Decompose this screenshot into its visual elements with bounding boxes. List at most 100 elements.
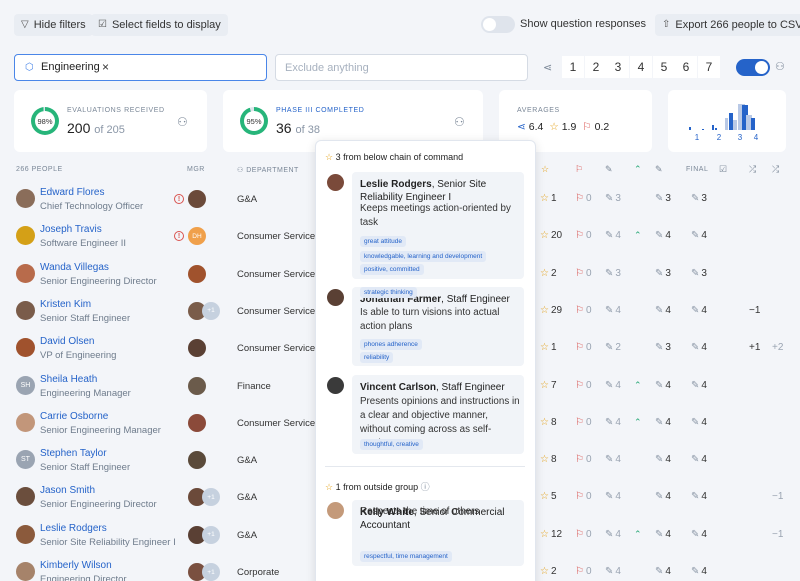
col-note-icon[interactable]: ☑	[719, 164, 728, 175]
person-name[interactable]: David Olsen	[40, 336, 94, 347]
person-name[interactable]: Leslie Rodgers	[40, 523, 107, 534]
flag-icon: ⚐	[575, 193, 584, 204]
col-shuffle2-icon[interactable]: ⤮	[772, 164, 780, 175]
person-name[interactable]: Jason Smith	[40, 485, 95, 496]
flag-icon: ⚐	[575, 230, 584, 242]
pencil-icon: ✎	[655, 566, 664, 577]
person-name[interactable]: Stephen Taylor	[40, 448, 107, 459]
person-title: Chief Technology Officer	[40, 201, 144, 212]
pencil-icon: ✎	[605, 416, 614, 428]
score-cell: ✎ 4	[655, 454, 671, 466]
score-cell: ✎ 4	[605, 491, 621, 503]
page-button-5[interactable]: 5	[653, 56, 675, 78]
col-department[interactable]: ⚇ Department	[237, 166, 299, 174]
final-cell: ✎ 4	[691, 566, 707, 577]
department: Corporate	[237, 567, 280, 578]
person-name[interactable]: Edward Flores	[40, 187, 104, 198]
averages-values: ⋖ 6.4 ☆ 1.9 ⚐ 0.2	[517, 121, 610, 133]
export-label: Export 266 people to CSV	[675, 19, 800, 31]
exclude-filter-input[interactable]: Exclude anything	[275, 54, 528, 81]
final-cell: ✎ 3	[691, 267, 707, 279]
flag-icon: ⚐	[575, 379, 584, 391]
score-cell: ✎ 4	[655, 566, 671, 577]
person-name[interactable]: Wanda Villegas	[40, 262, 109, 273]
avatar	[16, 338, 35, 358]
flag-icon: ⚐	[575, 454, 584, 466]
more-managers-badge[interactable]: +1	[202, 301, 220, 320]
page-button-7[interactable]: 7	[698, 56, 720, 78]
flag-icon: ⚐	[575, 416, 584, 428]
feedback-item: Leslie Rodgers, Senior Site Reliability …	[352, 172, 524, 279]
page-button-4[interactable]: 4	[630, 56, 652, 78]
col-stars-icon[interactable]: ☆	[541, 164, 550, 175]
page-button-2[interactable]: 2	[585, 56, 607, 78]
person-name[interactable]: Kimberly Wilson	[40, 560, 112, 571]
manager-avatar[interactable]	[188, 264, 206, 283]
feedback-tag: phones adherence	[360, 339, 422, 350]
stars-cell: ☆ 2	[540, 566, 557, 577]
col-shuffle-icon[interactable]: ⤮	[749, 164, 757, 175]
col-people[interactable]: 266 People	[16, 166, 63, 173]
person-name[interactable]: Carrie Osborne	[40, 411, 108, 422]
manager-avatar[interactable]	[188, 413, 206, 432]
avatar	[16, 524, 35, 544]
add-person-icon[interactable]: ⚇	[775, 60, 785, 73]
phase-value: 36 of 38	[276, 120, 320, 136]
score-cell: ✎ 3	[605, 193, 621, 204]
hide-filters-button[interactable]: ▽ Hide filters	[14, 14, 93, 36]
more-managers-badge[interactable]: +1	[202, 488, 220, 507]
pencil-icon: ✎	[691, 528, 700, 540]
include-filter-input[interactable]: ⬡ Engineering ×	[14, 54, 267, 81]
flags-cell: ⚐ 0	[575, 267, 592, 279]
score-cell: ✎ 3	[655, 193, 671, 204]
pencil-icon: ✎	[655, 528, 664, 540]
score-cell: ✎ 4	[655, 230, 671, 242]
pencil-icon: ✎	[655, 454, 664, 466]
select-fields-button[interactable]: ☑ Select fields to display	[91, 14, 228, 36]
col-mgr[interactable]: Mgr	[187, 166, 205, 173]
star-icon: ☆	[540, 454, 549, 466]
page-button-1[interactable]: 1	[562, 56, 584, 78]
person-name[interactable]: Kristen Kim	[40, 299, 91, 310]
manager-avatar[interactable]	[188, 190, 206, 208]
manager-avatar[interactable]	[188, 339, 206, 358]
view-toggle[interactable]	[736, 59, 770, 76]
person-title: Software Engineer II	[40, 238, 127, 250]
manager-avatar[interactable]	[188, 376, 206, 395]
flags-cell: ⚐ 0	[575, 230, 592, 242]
col-final[interactable]: Final	[686, 166, 708, 173]
evaluations-value: 200 of 205	[67, 120, 125, 136]
export-button[interactable]: ⇧ Export 266 people to CSV	[655, 14, 800, 36]
col-pencil-icon[interactable]: ✎	[605, 164, 613, 175]
more-managers-badge[interactable]: +1	[202, 525, 220, 544]
department: G&A	[237, 455, 258, 467]
final-cell: ✎ 4	[691, 454, 707, 466]
page-button-3[interactable]: 3	[607, 56, 629, 78]
col-edit-icon[interactable]: ✎	[655, 164, 663, 175]
more-managers-badge[interactable]: +1	[202, 563, 220, 581]
final-cell: ✎ 4	[691, 528, 707, 540]
star-icon: ☆	[325, 152, 334, 162]
help-icon[interactable]: ⓘ	[421, 482, 430, 492]
chip-remove-icon[interactable]: ×	[102, 60, 109, 74]
phase-label: Phase III completed	[276, 107, 365, 114]
flags-cell: ⚐ 0	[575, 528, 592, 540]
share-icon: ⋖	[517, 121, 526, 133]
star-icon: ☆	[540, 528, 549, 540]
person-title: Senior Site Reliability Engineer I	[40, 536, 176, 548]
col-chevron-icon[interactable]: ⌃	[634, 164, 642, 175]
manager-avatar[interactable]: DH	[188, 227, 206, 246]
col-flags-icon[interactable]: ⚐	[575, 164, 584, 175]
show-responses-toggle[interactable]	[481, 16, 515, 33]
divider	[325, 466, 525, 467]
stars-cell: ☆ 20	[540, 230, 563, 242]
manager-avatar[interactable]	[188, 451, 206, 470]
score-cell: ✎ 4	[605, 566, 621, 577]
histogram-bar	[715, 128, 717, 130]
person-name[interactable]: Joseph Travis	[40, 224, 102, 235]
person-title: Senior Engineering Director	[40, 499, 157, 511]
person-name[interactable]: Sheila Heath	[40, 374, 97, 385]
share-icon[interactable]: ⋖	[543, 61, 552, 74]
evaluations-progress-ring: 98%	[31, 107, 59, 135]
page-button-6[interactable]: 6	[675, 56, 697, 78]
